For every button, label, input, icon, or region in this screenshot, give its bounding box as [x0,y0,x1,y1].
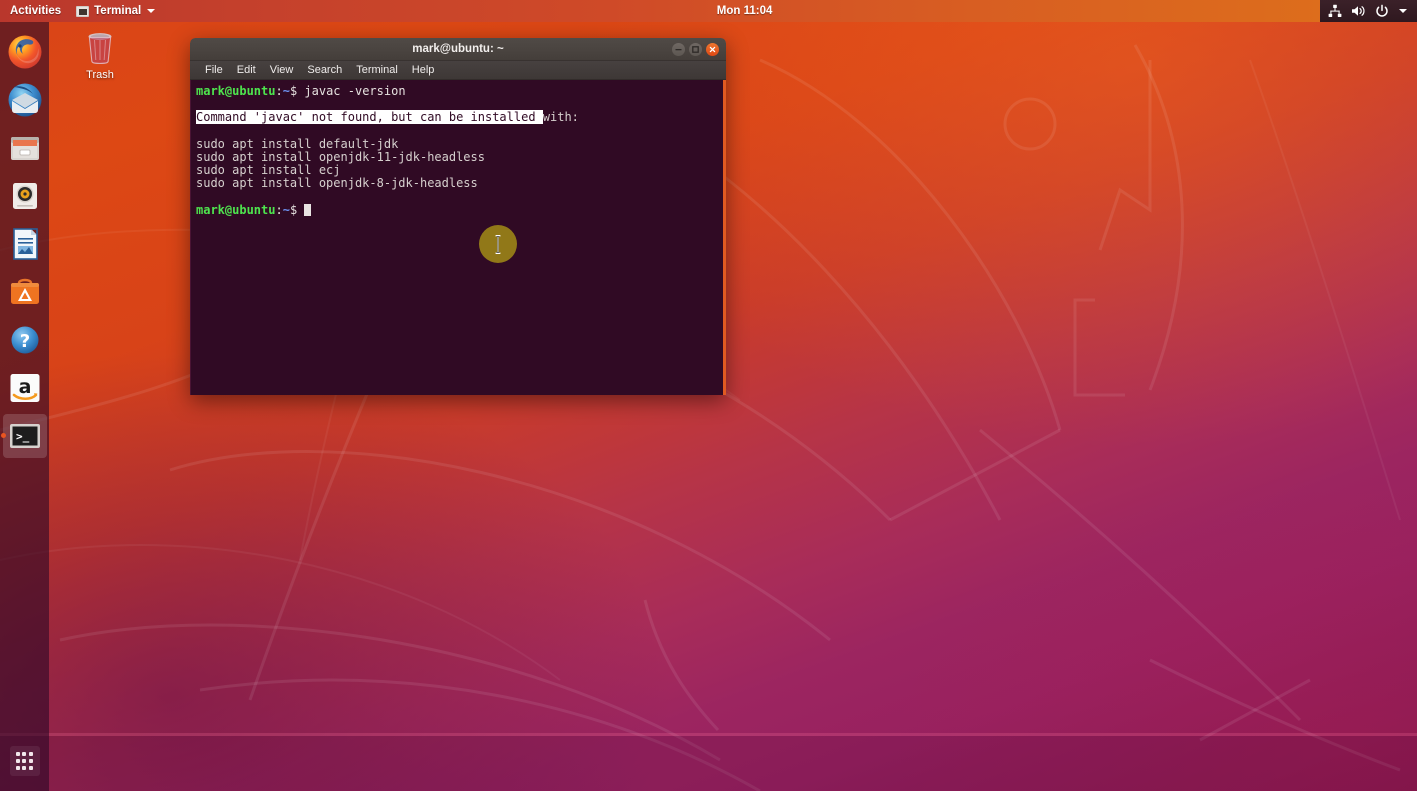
top-bar: Activities Terminal Mon 11:04 [0,0,1417,22]
svg-text:>_: >_ [16,430,30,443]
terminal-window[interactable]: mark@ubuntu: ~ File Edit View Search Ter… [190,38,726,395]
rhythmbox-icon [12,183,37,209]
dock-item-files[interactable] [0,124,49,172]
menu-item-help[interactable]: Help [405,61,442,80]
svg-text:?: ? [19,331,29,352]
terminal-line-command: mark@ubuntu:~$ javac -version [196,84,723,98]
minimize-icon[interactable] [672,42,685,56]
window-controls [672,42,726,56]
terminal-command-text: javac -version [304,84,406,98]
activities-button[interactable]: Activities [0,0,70,22]
prompt-dollar: $ [289,84,305,98]
clock[interactable]: Mon 11:04 [161,5,1328,17]
wallpaper-band-lower [0,736,1417,791]
volume-icon[interactable] [1351,4,1366,18]
app-menu-label: Terminal [94,5,142,17]
prompt-path: ~ [282,84,290,98]
prompt-colon: : [275,202,283,217]
terminal-output-area[interactable]: mark@ubuntu:~$ javac -version Command 'j… [190,80,726,395]
show-applications-button[interactable] [0,737,49,785]
chevron-down-icon[interactable] [1398,7,1408,15]
app-menu-button[interactable]: Terminal [70,0,161,22]
launcher-dock: ? a >_ [0,22,49,791]
files-icon [10,137,39,160]
power-icon[interactable] [1375,4,1389,18]
close-icon[interactable] [706,42,719,56]
svg-text:a: a [18,376,31,398]
terminal-output-tail: with: [542,110,579,125]
prompt-dollar: $ [289,202,305,217]
terminal-line-not-found: Command 'javac' not found, but can be in… [196,110,723,125]
prompt-user-host: mark@ubuntu [196,84,276,98]
terminal-suggestion: sudo apt install openjdk-8-jdk-headless [196,176,478,191]
thunderbird-icon [8,83,41,117]
dock-item-firefox[interactable] [0,28,49,76]
dock-item-libreoffice-writer[interactable] [0,220,49,268]
terminal-title-bar[interactable]: mark@ubuntu: ~ [190,38,726,61]
chevron-down-icon [147,9,156,13]
dock-item-help[interactable]: ? [0,316,49,364]
terminal-selected-text: Command 'javac' not found, but can be in… [196,110,543,125]
prompt-user-host: mark@ubuntu [196,202,276,217]
terminal-icon: >_ [9,424,40,448]
libreoffice-writer-icon [12,228,38,260]
trash-icon [88,33,112,64]
system-indicators[interactable] [1328,0,1417,22]
help-icon: ? [11,326,38,354]
firefox-icon [8,35,41,69]
menu-item-edit[interactable]: Edit [230,61,263,80]
terminal-menu-bar: File Edit View Search Terminal Help [190,61,726,80]
maximize-icon[interactable] [689,42,702,56]
dock-item-rhythmbox[interactable] [0,172,49,220]
menu-item-view[interactable]: View [263,61,301,80]
terminal-suggestion: sudo apt install default-jdk [196,136,399,151]
amazon-icon: a [10,374,39,402]
terminal-title: mark@ubuntu: ~ [412,43,504,55]
prompt-colon: : [275,84,283,98]
terminal-icon [76,5,90,17]
menu-item-search[interactable]: Search [300,61,349,80]
menu-item-file[interactable]: File [198,61,230,80]
terminal-cursor [304,204,312,216]
prompt-path: ~ [282,202,290,217]
ubuntu-software-icon [10,278,39,304]
terminal-line-prompt: mark@ubuntu:~$ [196,202,723,217]
network-icon[interactable] [1328,4,1342,18]
dock-item-amazon[interactable]: a [0,364,49,412]
dock-item-thunderbird[interactable] [0,76,49,124]
dock-item-ubuntu-software[interactable] [0,268,49,316]
menu-item-terminal[interactable]: Terminal [349,61,405,80]
grid-icon [9,746,40,776]
dock-item-list: ? a >_ [0,22,49,460]
desktop-icon-label: Trash [86,69,114,81]
dock-item-terminal[interactable]: >_ [0,412,49,460]
desktop-icon-trash[interactable]: Trash [74,30,126,82]
